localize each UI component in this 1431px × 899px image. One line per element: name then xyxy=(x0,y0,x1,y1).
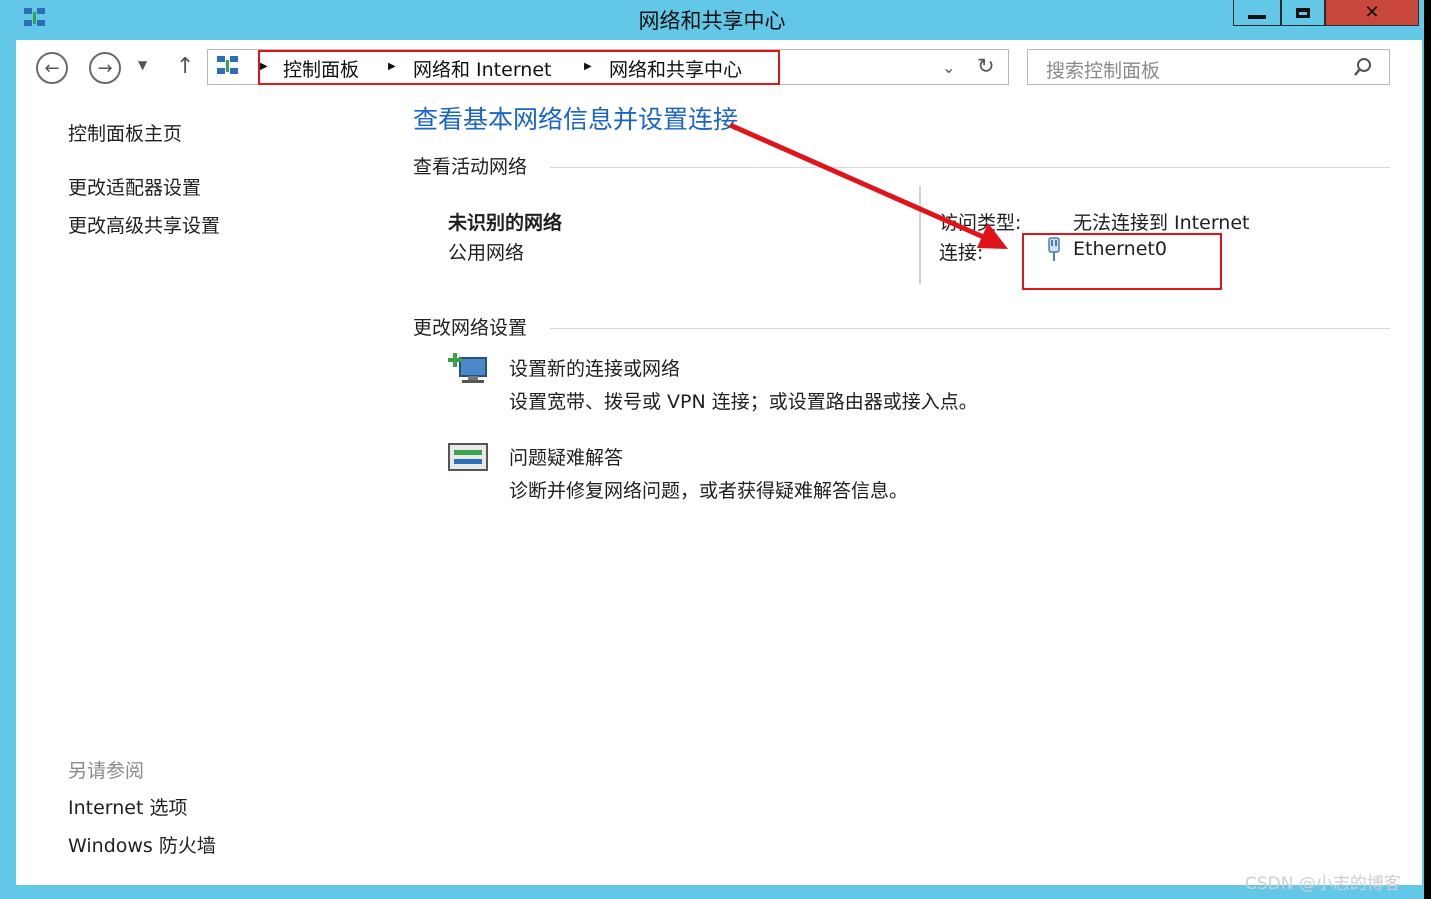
network-category[interactable]: 公用网络 xyxy=(448,238,524,265)
chevron-down-icon: ⌄ xyxy=(942,58,956,77)
refresh-button[interactable]: ↻ xyxy=(977,54,995,78)
minimize-icon xyxy=(1248,14,1266,19)
close-button[interactable]: ✕ xyxy=(1325,0,1419,26)
up-button[interactable]: ↑ xyxy=(176,54,194,79)
window-title: 网络和共享中心 xyxy=(638,9,786,33)
watermark-text: CSDN @小志的博客 xyxy=(1245,874,1401,894)
active-networks-title: 查看活动网络 xyxy=(413,156,528,178)
troubleshoot-desc: 诊断并修复网络问题，或者获得疑难解答信息。 xyxy=(509,480,909,502)
back-arrow-icon: ← xyxy=(44,57,60,79)
close-icon: ✕ xyxy=(1364,2,1380,23)
search-input[interactable]: 搜索控制面板 xyxy=(1046,56,1160,83)
troubleshoot-link[interactable]: 问题疑难解答 xyxy=(509,443,623,470)
new-connection-icon xyxy=(446,350,492,394)
change-settings-title: 更改网络设置 xyxy=(413,317,528,339)
section-divider xyxy=(550,328,1390,329)
up-arrow-icon: ↑ xyxy=(176,54,195,79)
connection-highlight-box xyxy=(1022,233,1222,290)
setup-new-connection-link[interactable]: 设置新的连接或网络 xyxy=(509,354,680,381)
page-title: 查看基本网络信息并设置连接 xyxy=(413,105,739,134)
address-dropdown-button[interactable]: ⌄ xyxy=(942,58,955,77)
search-icon[interactable] xyxy=(1352,56,1374,82)
troubleshoot-icon xyxy=(447,440,491,480)
annotation-arrow-icon xyxy=(728,122,1008,249)
sidebar-item-control-panel-home[interactable]: 控制面板主页 xyxy=(68,119,182,146)
setup-new-connection-desc: 设置宽带、拨号或 VPN 连接；或设置路由器或接入点。 xyxy=(509,391,978,413)
chevron-down-icon: ▼ xyxy=(138,58,148,72)
back-button[interactable]: ← xyxy=(36,52,68,84)
window-controls: ✕ xyxy=(1233,0,1419,27)
title-bar[interactable]: 网络和共享中心 ✕ xyxy=(0,0,1424,40)
breadcrumb-highlight-box xyxy=(258,50,780,85)
refresh-icon: ↻ xyxy=(977,54,995,78)
recent-locations-button[interactable]: ▼ xyxy=(138,58,147,72)
sidebar-item-advanced-sharing[interactable]: 更改高级共享设置 xyxy=(68,211,220,238)
sidebar-link-internet-options[interactable]: Internet 选项 xyxy=(68,793,187,820)
maximize-icon xyxy=(1296,7,1310,18)
minimize-button[interactable] xyxy=(1233,0,1281,26)
forward-button[interactable]: → xyxy=(89,52,121,84)
network-name: 未识别的网络 xyxy=(448,212,563,234)
control-panel-icon xyxy=(216,55,240,81)
forward-arrow-icon: → xyxy=(97,57,113,79)
access-type-value: 无法连接到 Internet xyxy=(1073,212,1250,234)
sidebar-item-adapter-settings[interactable]: 更改适配器设置 xyxy=(68,173,201,200)
sidebar-link-windows-firewall[interactable]: Windows 防火墙 xyxy=(68,831,216,858)
see-also-title: 另请参阅 xyxy=(68,760,145,782)
maximize-button[interactable] xyxy=(1281,0,1325,26)
